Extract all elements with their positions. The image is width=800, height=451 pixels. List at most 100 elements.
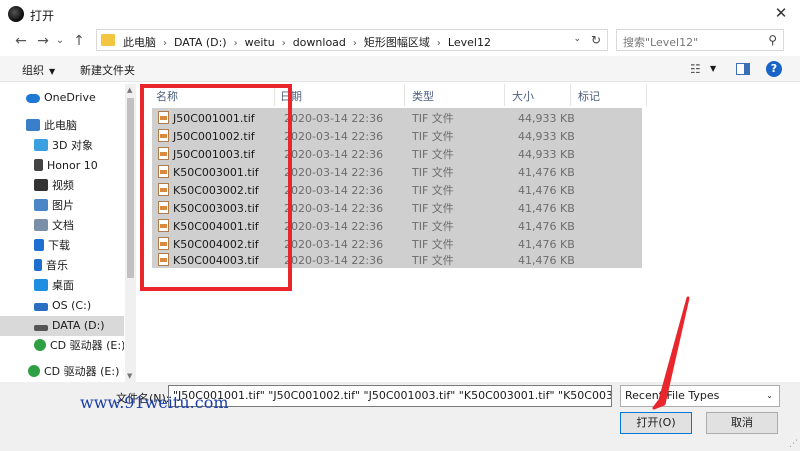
search-input[interactable]: 搜索"Level12" ⚲ [616,29,784,51]
address-dropdown-icon[interactable]: ⌄ [573,34,581,44]
new-folder-button[interactable]: 新建文件夹 [80,62,135,78]
sidebar-item-cd-drive[interactable]: CD 驱动器 (E:) Hi [0,362,124,382]
column-header-type[interactable]: 类型 [412,88,434,104]
sidebar-item-music[interactable]: 音乐 [0,256,124,276]
file-size: 44,933 KB [518,148,575,161]
cancel-button[interactable]: 取消 [706,412,778,434]
file-type: TIF 文件 [412,202,454,215]
file-type: TIF 文件 [412,238,454,251]
sidebar-item-downloads[interactable]: 下载 [0,236,124,256]
file-type: TIF 文件 [412,166,454,179]
breadcrumb-separator-icon[interactable]: › [353,38,357,49]
breadcrumb-weitu[interactable]: weitu [245,36,275,49]
computer-icon [26,119,40,131]
sidebar-item-label: OneDrive [44,91,96,104]
resize-grip-icon[interactable]: ⋰ [789,439,798,449]
phone-icon [34,159,43,171]
navigation-row: ← → ⌄ ↑ 此电脑 › DATA (D:) › weitu › download › 矩形图… [0,28,800,54]
open-button[interactable]: 打开(O) [620,412,692,434]
up-arrow-icon[interactable]: ↑ [70,32,88,50]
navigation-pane: OneDrive 此电脑 3D 对象 Honor 10 视频 图片 文档 下载 … [0,84,124,382]
sidebar-item-label: 文档 [52,219,74,232]
cd-drive-icon [28,365,40,377]
search-icon[interactable]: ⚲ [768,33,777,47]
sidebar-item-pictures[interactable]: 图片 [0,196,124,216]
music-icon [34,259,42,271]
command-bar: 组织 ▼ 新建文件夹 ☷ ▼ ? [0,56,800,82]
app-icon [8,6,24,22]
sidebar-item-label: 音乐 [46,259,68,272]
sidebar-item-3d-objects[interactable]: 3D 对象 [0,136,124,156]
sidebar-item-label: 视频 [52,179,74,192]
preview-pane-icon[interactable] [736,63,750,75]
file-date: 2020-03-14 22:36 [284,130,384,143]
help-icon[interactable]: ? [766,61,782,77]
sidebar-item-honor-10[interactable]: Honor 10 [0,156,124,176]
column-divider[interactable] [504,84,505,106]
view-options-icon[interactable]: ☷ [690,62,701,76]
refresh-icon[interactable]: ↻ [591,33,601,47]
column-divider[interactable] [570,84,571,106]
forward-arrow-icon[interactable]: → [34,32,52,50]
file-date: 2020-03-14 22:36 [284,220,384,233]
annotation-highlight-box [140,84,292,291]
column-divider[interactable] [646,84,647,106]
file-date: 2020-03-14 22:36 [284,238,384,251]
sidebar-item-label: OS (C:) [52,299,92,312]
file-type-select[interactable]: Recent File Types ⌄ [620,385,780,407]
address-bar[interactable]: 此电脑 › DATA (D:) › weitu › download › 矩形图幅区域 › Leve… [96,29,608,51]
file-type: TIF 文件 [412,148,454,161]
breadcrumb-separator-icon[interactable]: › [437,38,441,49]
recent-locations-dropdown-icon[interactable]: ⌄ [54,32,66,50]
breadcrumb-level12[interactable]: Level12 [448,36,491,49]
file-size: 41,476 KB [518,166,575,179]
breadcrumb-data-drive[interactable]: DATA (D:) [174,36,227,49]
file-type-value: Recent File Types [625,389,720,402]
breadcrumb-this-pc[interactable]: 此电脑 [123,34,156,50]
sidebar-item-this-pc[interactable]: 此电脑 [0,116,124,136]
sidebar-item-onedrive[interactable]: OneDrive [0,88,124,108]
sidebar-item-label: 桌面 [52,279,74,292]
breadcrumb-separator-icon[interactable]: › [282,38,286,49]
file-size: 41,476 KB [518,220,575,233]
column-header-size[interactable]: 大小 [512,88,534,104]
organize-button[interactable]: 组织 ▼ [22,62,55,78]
column-divider[interactable] [404,84,405,106]
sidebar-item-desktop[interactable]: 桌面 [0,276,124,296]
window-title: 打开 [30,9,55,23]
scroll-up-icon[interactable]: ▲ [127,86,132,94]
chevron-down-icon: ⌄ [766,391,773,400]
file-size: 41,476 KB [518,238,575,251]
breadcrumb-separator-icon[interactable]: › [163,38,167,49]
sidebar-item-os-c[interactable]: OS (C:) [0,296,124,316]
sidebar-item-documents[interactable]: 文档 [0,216,124,236]
file-name-field[interactable]: "J50C001001.tif" "J50C001002.tif" "J50C0… [168,385,612,407]
sidebar-item-label: 下载 [48,239,70,252]
sidebar-scrollbar[interactable]: ▲ ▼ [125,84,136,382]
file-type: TIF 文件 [412,130,454,143]
breadcrumb-separator-icon[interactable]: › [234,38,238,49]
close-button[interactable]: ✕ [770,3,792,23]
column-header-tags[interactable]: 标记 [578,88,600,104]
back-arrow-icon[interactable]: ← [12,32,30,50]
file-date: 2020-03-14 22:36 [284,148,384,161]
file-size: 44,933 KB [518,112,575,125]
sidebar-item-label: 3D 对象 [52,139,93,152]
search-placeholder: 搜索"Level12" [623,36,699,49]
file-type: TIF 文件 [412,254,454,267]
breadcrumb-rect-region[interactable]: 矩形图幅区域 [364,34,430,50]
file-type: TIF 文件 [412,112,454,125]
sidebar-item-videos[interactable]: 视频 [0,176,124,196]
documents-icon [34,219,48,231]
drive-d-icon [34,325,48,331]
download-icon [34,239,44,251]
view-dropdown-icon[interactable]: ▼ [710,64,716,73]
sidebar-item-cd-drive[interactable]: CD 驱动器 (E:) Hi [0,336,124,356]
file-date: 2020-03-14 22:36 [284,202,384,215]
sidebar-item-data-d[interactable]: DATA (D:) [0,316,124,336]
breadcrumb-download[interactable]: download [293,36,346,49]
scrollbar-thumb[interactable] [127,98,134,278]
scroll-down-icon[interactable]: ▼ [127,372,132,380]
file-type: TIF 文件 [412,184,454,197]
sidebar-item-label: CD 驱动器 (E:) Hi [44,365,124,378]
